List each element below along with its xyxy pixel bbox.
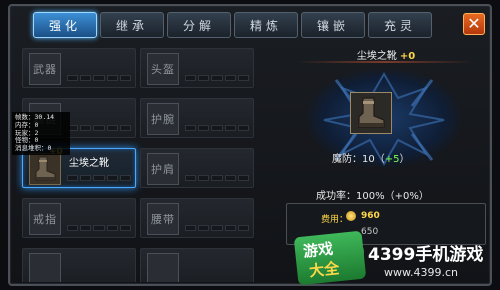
stat-text: 魔防：10（ xyxy=(332,154,385,165)
boots-icon xyxy=(29,153,61,185)
tab-charge[interactable]: 充灵 xyxy=(368,12,432,38)
cost-value: 960 xyxy=(361,211,380,221)
title-divider xyxy=(296,61,474,63)
slot-helmet[interactable]: 头盔 xyxy=(140,48,254,88)
debug-overlay: 帧数：30.14 内存：0 玩家：2 怪物：0 消息堆积：0 xyxy=(12,112,70,155)
enhance-progress xyxy=(185,225,250,231)
stat-close: ） xyxy=(399,154,410,165)
stat-bonus: +5 xyxy=(384,154,400,165)
watermark: 游戏 大全 4399手机游戏 www.4399.cn xyxy=(293,230,496,288)
slot-ring-icon: 戒指 xyxy=(29,203,61,235)
slot-weapon-icon: 武器 xyxy=(29,53,61,85)
slot-empty[interactable] xyxy=(22,248,136,282)
item-name: 尘埃之靴 xyxy=(69,158,109,169)
success-rate: 成功率：100%（+0%） xyxy=(316,191,429,202)
tab-refine[interactable]: 精炼 xyxy=(234,12,298,38)
slot-empty-icon xyxy=(147,253,179,282)
slot-ring[interactable]: 戒指 xyxy=(22,198,136,238)
enhance-progress xyxy=(67,75,132,81)
tab-inherit[interactable]: 继承 xyxy=(100,12,164,38)
tab-enhance[interactable]: 强化 xyxy=(33,12,97,38)
enhance-progress xyxy=(67,225,132,231)
enhance-progress xyxy=(185,175,250,181)
enhance-progress xyxy=(67,175,132,181)
enhance-progress xyxy=(185,75,250,81)
slot-empty-icon xyxy=(29,253,61,282)
tab-inlay[interactable]: 镶嵌 xyxy=(301,12,365,38)
close-button[interactable]: ✕ xyxy=(463,13,485,35)
watermark-logo-bottom: 大全 xyxy=(308,259,341,281)
slot-belt-icon: 腰带 xyxy=(147,203,179,235)
slot-shoulder[interactable]: 护肩 xyxy=(140,148,254,188)
slot-helmet-icon: 头盔 xyxy=(147,53,179,85)
boots-icon xyxy=(350,92,392,134)
slot-empty[interactable] xyxy=(140,248,254,282)
slot-shoulder-icon: 护肩 xyxy=(147,153,179,185)
enhance-progress xyxy=(185,125,250,131)
watermark-logo: 游戏 大全 xyxy=(293,230,367,286)
slot-weapon[interactable]: 武器 xyxy=(22,48,136,88)
equipment-slot-grid: 武器 头盔 项链 护腕 +0 尘埃之靴 护肩 戒指 腰带 xyxy=(16,42,274,282)
tab-decompose[interactable]: 分解 xyxy=(167,12,231,38)
gold-coin-icon xyxy=(346,211,356,221)
magic-defense-stat: 魔防：10（+5） xyxy=(332,150,409,165)
item-title: 尘埃之靴 +0 xyxy=(292,47,480,62)
cost-label: 费用： xyxy=(321,215,349,225)
watermark-brand: 4399手机游戏 xyxy=(368,245,484,265)
slot-bracer-icon: 护腕 xyxy=(147,103,179,135)
enhance-progress xyxy=(67,125,132,131)
tab-bar: 强化 继承 分解 精炼 镶嵌 充灵 xyxy=(33,12,432,38)
slot-belt[interactable]: 腰带 xyxy=(140,198,254,238)
slot-bracer[interactable]: 护腕 xyxy=(140,98,254,138)
debug-line: 消息堆积：0 xyxy=(15,144,52,153)
watermark-url: www.4399.cn xyxy=(384,266,458,279)
